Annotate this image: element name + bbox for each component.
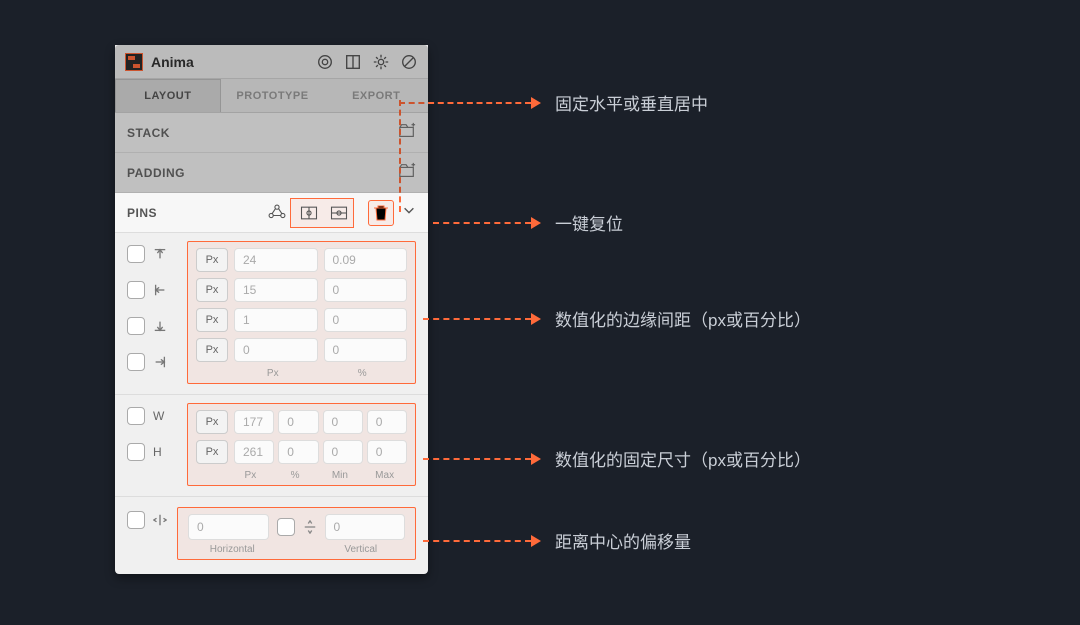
offset-values-highlight: 0 0 Horizontal Vertical <box>177 507 416 560</box>
cap-min: Min <box>318 470 363 481</box>
pin-offset-check[interactable] <box>127 511 167 529</box>
h-max[interactable]: 0 <box>367 440 407 464</box>
edge-bottom-pct[interactable]: 0 <box>324 308 408 332</box>
px-toggle[interactable]: Px <box>196 410 228 434</box>
cap-max: Max <box>362 470 407 481</box>
edge-right-px[interactable]: 0 <box>234 338 318 362</box>
px-toggle[interactable]: Px <box>196 338 228 362</box>
offset-mid-check[interactable] <box>277 518 295 536</box>
cap-pct: % <box>273 470 318 481</box>
pin-bottom-check[interactable] <box>127 313 187 339</box>
edge-left-px[interactable]: 15 <box>234 278 318 302</box>
pin-w-check[interactable]: W <box>127 403 187 429</box>
w-pct[interactable]: 0 <box>278 410 318 434</box>
gear-icon[interactable] <box>372 53 390 71</box>
w-label: W <box>153 409 164 423</box>
px-toggle[interactable]: Px <box>196 278 228 302</box>
w-min[interactable]: 0 <box>323 410 363 434</box>
tab-layout[interactable]: LAYOUT <box>115 79 221 112</box>
record-icon[interactable] <box>316 53 334 71</box>
h-px[interactable]: 261 <box>234 440 274 464</box>
panel-header: Anima <box>115 45 428 79</box>
w-max[interactable]: 0 <box>367 410 407 434</box>
callout-edges: 数值化的边缘间距（px或百分比） <box>423 306 811 331</box>
offset-v[interactable]: 0 <box>325 514 406 540</box>
w-px[interactable]: 177 <box>234 410 274 434</box>
callout-text: 距离中心的偏移量 <box>555 528 691 553</box>
callout-offset: 距离中心的偏移量 <box>423 528 691 553</box>
pin-size-area: W H Px 177 0 0 0 Px 261 0 0 <box>115 395 428 497</box>
pin-center-v-button[interactable] <box>326 200 352 226</box>
chevron-down-icon[interactable] <box>402 203 416 222</box>
edge-top-px[interactable]: 24 <box>234 248 318 272</box>
tab-prototype[interactable]: PROTOTYPE <box>221 79 325 112</box>
cap-px: Px <box>228 368 318 379</box>
tabs: LAYOUT PROTOTYPE EXPORT <box>115 79 428 113</box>
cap-vertical: Vertical <box>317 544 406 555</box>
edge-right-pct[interactable]: 0 <box>324 338 408 362</box>
pin-right-check[interactable] <box>127 349 187 375</box>
pin-center-buttons-highlight <box>290 198 354 228</box>
pin-h-check[interactable]: H <box>127 439 187 465</box>
cap-pct: % <box>318 368 408 379</box>
section-label: STACK <box>127 126 170 140</box>
px-toggle[interactable]: Px <box>196 248 228 272</box>
h-pct[interactable]: 0 <box>278 440 318 464</box>
pin-left-check[interactable] <box>127 277 187 303</box>
pin-offset-area: 0 0 Horizontal Vertical <box>115 497 428 574</box>
edge-top-pct[interactable]: 0.09 <box>324 248 408 272</box>
callout-text: 数值化的固定尺寸（px或百分比） <box>555 446 811 471</box>
callout-center: 固定水平或垂直居中 <box>399 90 708 115</box>
panel-title: Anima <box>151 54 194 70</box>
edge-bottom-px[interactable]: 1 <box>234 308 318 332</box>
px-toggle[interactable]: Px <box>196 308 228 332</box>
callout-size: 数值化的固定尺寸（px或百分比） <box>423 446 811 471</box>
callout-text: 固定水平或垂直居中 <box>555 90 708 115</box>
columns-icon[interactable] <box>344 53 362 71</box>
section-label: PADDING <box>127 166 185 180</box>
h-label: H <box>153 445 162 459</box>
pin-top-check[interactable] <box>127 241 187 267</box>
disable-icon[interactable] <box>400 53 418 71</box>
h-min[interactable]: 0 <box>323 440 363 464</box>
offset-h[interactable]: 0 <box>188 514 269 540</box>
pin-edges-area: Px 24 0.09 Px 15 0 Px 1 0 Px 0 0 Px <box>115 233 428 395</box>
pin-reset-button[interactable] <box>368 200 394 226</box>
callout-text: 一键复位 <box>555 210 623 235</box>
pin-center-h-button[interactable] <box>296 200 322 226</box>
section-label: PINS <box>127 206 157 220</box>
edge-values-highlight: Px 24 0.09 Px 15 0 Px 1 0 Px 0 0 Px <box>187 241 416 384</box>
pins-graph-icon[interactable] <box>264 200 290 226</box>
callout-reset: 一键复位 <box>433 210 623 235</box>
offset-v-icon <box>303 520 317 534</box>
section-padding[interactable]: PADDING <box>115 153 428 193</box>
callout-connector <box>399 100 401 212</box>
section-pins: PINS <box>115 193 428 233</box>
px-toggle[interactable]: Px <box>196 440 228 464</box>
anima-logo <box>125 53 143 71</box>
size-values-highlight: Px 177 0 0 0 Px 261 0 0 0 Px <box>187 403 416 486</box>
cap-px: Px <box>228 470 273 481</box>
anima-panel: Anima LAYOUT PROTOTYPE EXPORT STACK PADD… <box>115 45 428 574</box>
section-stack[interactable]: STACK <box>115 113 428 153</box>
cap-horizontal: Horizontal <box>188 544 277 555</box>
callout-text: 数值化的边缘间距（px或百分比） <box>555 306 811 331</box>
edge-left-pct[interactable]: 0 <box>324 278 408 302</box>
